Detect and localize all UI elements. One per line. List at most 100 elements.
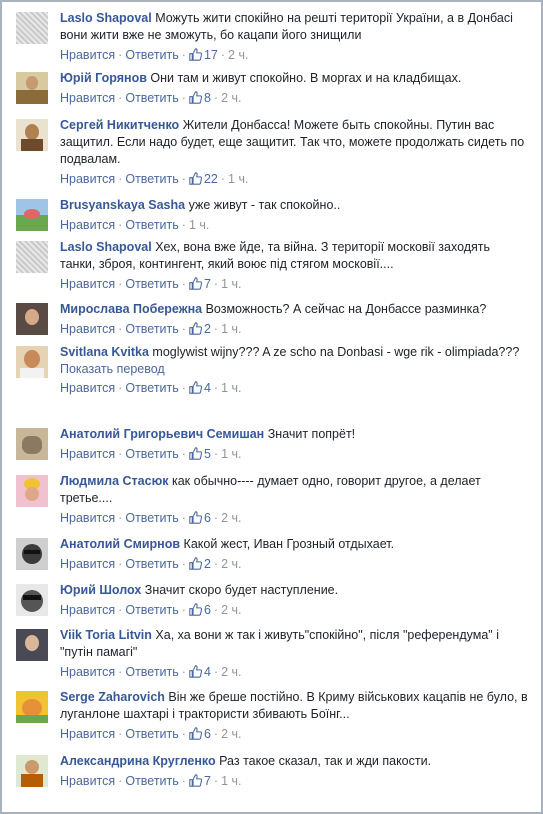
comment-author[interactable]: Laslo Shapoval [60,11,152,25]
like-link[interactable]: Нравится [60,277,115,291]
comment-actions: Нравится · Ответить · 7 · 1 ч. [60,277,242,291]
thumbs-up-icon [189,381,202,394]
comment-author[interactable]: Юрий Шолох [60,583,141,597]
timestamp[interactable]: 2 ч. [228,48,248,62]
timestamp[interactable]: 1 ч. [221,774,241,788]
like-count[interactable]: 6 [189,511,211,525]
like-link[interactable]: Нравится [60,381,115,395]
timestamp[interactable]: 2 ч. [221,727,241,741]
avatar[interactable] [16,691,48,723]
like-count[interactable]: 6 [189,727,211,741]
comment-author[interactable]: Александрина Кругленко [60,754,216,768]
avatar[interactable] [16,629,48,661]
comment: Laslo Shapoval Хех, вона вже йде, та вій… [16,239,528,301]
like-count[interactable]: 8 [189,91,211,105]
comment: Людмила Стасюк как обычно---- думает одн… [16,473,528,536]
like-count[interactable]: 22 [189,172,218,186]
comment: Анатолий Григорьевич Семишан Значит попр… [16,426,528,473]
like-count[interactable]: 2 [189,557,211,571]
reply-link[interactable]: Ответить [125,603,178,617]
comment-author[interactable]: Анатолий Смирнов [60,537,180,551]
reply-link[interactable]: Ответить [125,381,178,395]
like-link[interactable]: Нравится [60,665,115,679]
like-count[interactable]: 4 [189,381,211,395]
show-translation-link[interactable]: Показать перевод [60,361,528,378]
timestamp[interactable]: 2 ч. [221,603,241,617]
reply-link[interactable]: Ответить [125,774,178,788]
like-link[interactable]: Нравится [60,48,115,62]
timestamp[interactable]: 1 ч. [228,172,248,186]
avatar[interactable] [16,241,48,273]
avatar[interactable] [16,12,48,44]
reply-link[interactable]: Ответить [125,91,178,105]
avatar[interactable] [16,475,48,507]
comment-actions: Нравится · Ответить · 4 · 2 ч. [60,665,242,679]
timestamp[interactable]: 2 ч. [221,91,241,105]
comment-author[interactable]: Сергей Никитченко [60,118,179,132]
comment-author[interactable]: Serge Zaharovich [60,690,165,704]
reply-link[interactable]: Ответить [125,277,178,291]
like-link[interactable]: Нравится [60,557,115,571]
avatar[interactable] [16,199,48,231]
reply-link[interactable]: Ответить [125,172,178,186]
comment-author[interactable]: Юрій Горянов [60,71,147,85]
avatar[interactable] [16,584,48,616]
comment-text: moglywist wijny??? A ze scho na Donbasi … [152,345,520,359]
comment: Brusyanskaya Sasha уже живут - так споко… [16,197,528,239]
like-link[interactable]: Нравится [60,447,115,461]
avatar[interactable] [16,72,48,104]
comment-actions: Нравится · Ответить · 6 · 2 ч. [60,727,242,741]
reply-link[interactable]: Ответить [125,727,178,741]
timestamp[interactable]: 2 ч. [221,557,241,571]
comment-author[interactable]: Svitlana Kvitka [60,345,149,359]
comment: Svitlana Kvitka moglywist wijny??? A ze … [16,344,528,426]
reply-link[interactable]: Ответить [125,511,178,525]
like-count[interactable]: 2 [189,322,211,336]
like-count[interactable]: 7 [189,774,211,788]
timestamp[interactable]: 1 ч. [221,447,241,461]
like-link[interactable]: Нравится [60,218,115,232]
like-link[interactable]: Нравится [60,511,115,525]
timestamp[interactable]: 2 ч. [221,511,241,525]
like-link[interactable]: Нравится [60,91,115,105]
reply-link[interactable]: Ответить [125,48,178,62]
like-link[interactable]: Нравится [60,322,115,336]
avatar[interactable] [16,755,48,787]
reply-link[interactable]: Ответить [125,557,178,571]
comment-author[interactable]: Brusyanskaya Sasha [60,198,185,212]
like-count[interactable]: 17 [189,48,218,62]
timestamp[interactable]: 2 ч. [221,665,241,679]
like-count[interactable]: 6 [189,603,211,617]
timestamp[interactable]: 1 ч. [221,381,241,395]
comment: Александрина Кругленко Раз такое сказал,… [16,753,528,797]
like-count[interactable]: 5 [189,447,211,461]
reply-link[interactable]: Ответить [125,322,178,336]
timestamp[interactable]: 1 ч. [189,218,209,232]
thumbs-up-icon [189,603,202,616]
timestamp[interactable]: 1 ч. [221,277,241,291]
avatar[interactable] [16,303,48,335]
avatar[interactable] [16,119,48,151]
comment-author[interactable]: Viik Toria Litvin [60,628,152,642]
like-link[interactable]: Нравится [60,774,115,788]
avatar[interactable] [16,538,48,570]
comment-author[interactable]: Laslo Shapoval [60,240,152,254]
comment-author[interactable]: Мирослава Побережна [60,302,202,316]
comment-author[interactable]: Анатолий Григорьевич Семишан [60,427,264,441]
comment: Serge Zaharovich Він же бреше постійно. … [16,689,528,753]
like-count[interactable]: 4 [189,665,211,679]
like-count[interactable]: 7 [189,277,211,291]
like-link[interactable]: Нравится [60,172,115,186]
reply-link[interactable]: Ответить [125,218,178,232]
avatar[interactable] [16,346,48,378]
avatar[interactable] [16,428,48,460]
reply-link[interactable]: Ответить [125,447,178,461]
thumbs-up-icon [189,511,202,524]
like-link[interactable]: Нравится [60,727,115,741]
thumbs-up-icon [189,277,202,290]
comment-author[interactable]: Людмила Стасюк [60,474,169,488]
timestamp[interactable]: 1 ч. [221,322,241,336]
reply-link[interactable]: Ответить [125,665,178,679]
thumbs-up-icon [189,665,202,678]
like-link[interactable]: Нравится [60,603,115,617]
